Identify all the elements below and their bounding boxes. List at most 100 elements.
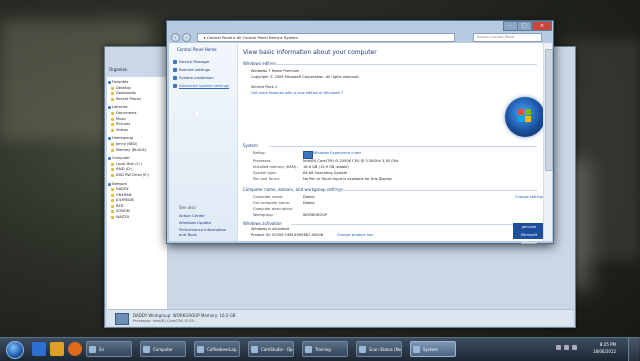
logo-yellow [525, 116, 531, 122]
app-icon [197, 346, 204, 353]
nav-item[interactable]: Videos [107, 128, 167, 134]
firefox-icon[interactable] [68, 342, 82, 356]
pen-touch-label: Pen and Touch: [253, 177, 281, 181]
remote-settings-link[interactable]: Remote settings [172, 67, 210, 72]
genuine-badge[interactable]: genuine Microsoft software [513, 223, 545, 245]
nav-item-label: Favorites [112, 80, 129, 84]
workgroup-value: WORKGROUP [303, 213, 328, 217]
nav-item-label: Desktop [116, 85, 131, 90]
search-input[interactable]: Search Control Panel [473, 33, 542, 42]
taskbar-button[interactable]: Training [302, 341, 348, 357]
experience-index-icon [303, 151, 313, 159]
system-type-value: 64-bit Operating System [303, 171, 348, 175]
logo-green [525, 109, 531, 115]
minimize-button[interactable]: – [503, 21, 518, 31]
change-product-key-link[interactable]: Change product key [337, 233, 373, 237]
volume-icon[interactable] [564, 345, 569, 350]
experience-index-link[interactable]: Windows Experience Index [313, 151, 361, 155]
nav-item-label: Documents [116, 110, 137, 115]
activation-header: Windows activation [243, 221, 282, 226]
performance-info-link[interactable]: Performance Information and Tools [179, 227, 233, 237]
details-name: DADDY Workgroup: WORKGROUP Memory: 16.0 … [133, 313, 236, 318]
clock[interactable]: 8:25 PM 18/06/2012 [580, 341, 616, 355]
windows-update-link[interactable]: Windows Update [179, 220, 211, 225]
explorer-icon[interactable] [50, 342, 64, 356]
logo-blue [518, 116, 524, 122]
system-protection-link[interactable]: System protection [172, 75, 214, 80]
shield-icon [173, 59, 177, 64]
full-name-value: Daddy [303, 201, 315, 205]
folder-icon [111, 86, 114, 90]
advanced-system-settings-link[interactable]: Advanced system settings [172, 83, 229, 88]
taskbar-button[interactable]: System [410, 341, 456, 357]
taskbar-button[interactable]: Computer [140, 341, 186, 357]
taskbar: Sir Computer CoffeebeerLap... CamStudio - O… [0, 337, 640, 361]
computer-name-value: Daddy [303, 195, 315, 199]
folder-icon [111, 128, 114, 132]
nav-item-label: Mommy (BLACK) [116, 147, 147, 152]
processor-label: Processor: [253, 159, 272, 163]
taskbar-button-label: Sir [99, 347, 105, 352]
nav-item-label: WAZZA [116, 215, 130, 220]
link-label: System protection [179, 75, 214, 80]
nav-item[interactable]: Recent Places [107, 97, 167, 103]
address-bar[interactable]: ▸ Control Panel ▸ All Control Panel Item… [197, 33, 455, 42]
network-icon[interactable] [556, 345, 561, 350]
group-icon [108, 137, 111, 141]
action-center-link[interactable]: Action Center [179, 213, 205, 218]
change-settings-link[interactable]: Change settings [515, 195, 544, 199]
upgrade-edition-link[interactable]: Get more features with a new edition of … [251, 91, 343, 95]
ie-icon[interactable] [32, 342, 46, 356]
folder-icon [111, 92, 114, 96]
organize-menu[interactable]: Organize [109, 67, 169, 75]
group-icon [108, 106, 111, 110]
folder-icon [111, 188, 114, 192]
shield-icon [173, 83, 177, 88]
taskbar-button-label: CoffeebeerLap... [207, 347, 240, 352]
control-panel-home-link[interactable]: Control Panel Home [177, 47, 217, 52]
full-name-label: Full computer name: [253, 201, 291, 205]
taskbar-button[interactable]: Scan Status (Not R... [356, 341, 402, 357]
activation-status: Windows is activated [251, 227, 290, 231]
scrollbar-thumb[interactable] [545, 49, 553, 171]
nav-item-label: Downloads [116, 91, 136, 96]
main-panel: View basic information about your comput… [241, 43, 545, 245]
nav-item[interactable]: Mommy (BLACK) [107, 148, 167, 154]
flag-icon[interactable] [572, 345, 577, 350]
group-icon [108, 81, 111, 84]
link-label: Advanced system settings [179, 83, 230, 88]
folder-icon [111, 142, 114, 146]
folder-icon [111, 193, 114, 197]
taskbar-button[interactable]: CoffeebeerLap... [194, 341, 240, 357]
see-also-heading: See also [179, 205, 196, 210]
group-icon [108, 182, 111, 186]
task-pane: Control Panel Home Device Manager Remote… [169, 43, 238, 241]
nav-item-label: Libraries [112, 105, 128, 110]
start-button[interactable] [6, 341, 24, 359]
taskbar-button[interactable]: CamStudio - Ope... [248, 341, 294, 357]
folder-icon [111, 173, 114, 177]
close-button[interactable]: × [532, 21, 552, 31]
device-manager-link[interactable]: Device Manager [172, 59, 210, 64]
folder-icon [111, 210, 114, 214]
workgroup-label: Workgroup: [253, 213, 274, 217]
memory-value: 16.0 GB (15.9 GB usable) [303, 165, 349, 169]
folder-icon [111, 168, 114, 172]
vertical-scrollbar[interactable] [543, 43, 553, 241]
folder-icon [111, 204, 114, 208]
nav-item-label: Jenny (BED) [116, 141, 138, 146]
nav-item[interactable]: DVD RW Drive (E:) [107, 173, 167, 179]
taskbar-button[interactable]: Sir [86, 341, 132, 357]
show-desktop-button[interactable] [628, 338, 639, 361]
system-header: System [243, 143, 258, 148]
nav-item-label: GRAHAN [116, 192, 132, 197]
nav-item[interactable]: WAZZA [107, 215, 167, 221]
folder-icon [111, 117, 114, 121]
system-window[interactable]: – □ × ‹ › ▸ Control Panel ▸ All Control … [166, 20, 554, 245]
forward-button[interactable]: › [182, 33, 191, 42]
nav-item-label: SONOM [116, 209, 130, 214]
maximize-button[interactable]: □ [517, 21, 532, 31]
edition-name: Windows 7 Home Premium [251, 69, 300, 73]
clock-date: 18/06/2012 [592, 349, 616, 354]
back-button[interactable]: ‹ [171, 33, 180, 42]
